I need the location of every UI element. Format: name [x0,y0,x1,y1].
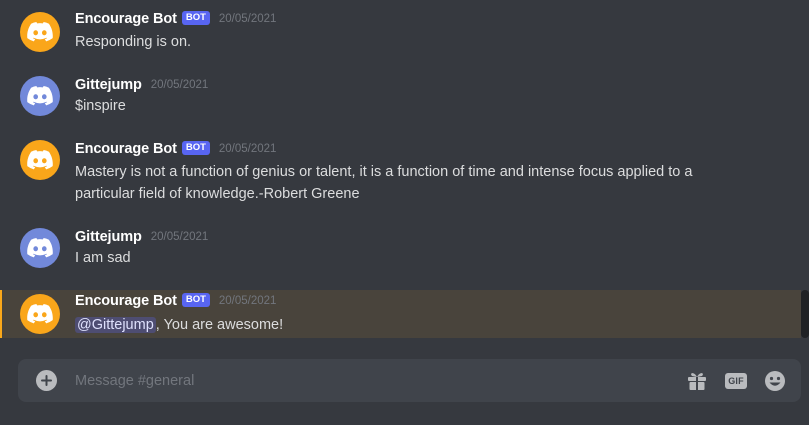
bot-tag: BOT [181,293,210,307]
plus-circle-icon [41,375,52,386]
message-content-line: particular field of knowledge.-Robert Gr… [75,186,360,202]
username[interactable]: Encourage Bot [75,11,177,27]
avatar-encourage-bot[interactable] [20,140,60,180]
discord-chat-window: Encourage Bot BOT 20/05/2021 Responding … [0,0,809,425]
message-input[interactable] [75,368,635,394]
timestamp: 20/05/2021 [150,231,209,243]
username[interactable]: Encourage Bot [75,293,177,309]
username[interactable]: Encourage Bot [75,141,177,157]
avatar-encourage-bot[interactable] [20,12,60,52]
avatar-gittejump[interactable] [20,228,60,268]
emoji-button[interactable] [763,369,787,393]
attach-button[interactable] [36,370,57,391]
smiley-emoji-icon [765,371,785,391]
discord-logo-icon [27,238,53,258]
scrollbar-thumb[interactable] [801,290,809,338]
message-item: Encourage Bot BOT 20/05/2021 Mastery is … [0,128,801,214]
message-composer: GIF [18,359,801,402]
bot-tag: BOT [181,141,210,155]
user-mention[interactable]: @Gittejump [75,317,156,333]
message-item-mention-highlighted: Encourage Bot BOT 20/05/2021 @Gittejump,… [0,290,801,338]
message-content-line: Mastery is not a function of genius or t… [75,164,693,180]
message-item: Gittejump 20/05/2021 $inspire [0,64,801,128]
avatar-encourage-bot[interactable] [20,294,60,334]
gif-button[interactable]: GIF [724,369,748,393]
discord-logo-icon [27,304,53,324]
discord-logo-icon [27,150,53,170]
message-content: $inspire [75,98,126,114]
message-list: Encourage Bot BOT 20/05/2021 Responding … [0,0,809,345]
gif-label: GIF [725,373,747,389]
message-header: Encourage Bot BOT 20/05/2021 [75,9,276,29]
discord-logo-icon [27,86,53,106]
gift-button[interactable] [685,369,709,393]
message-header: Encourage Bot BOT 20/05/2021 [75,291,276,311]
message-content: Responding is on. [75,34,192,50]
gift-icon [688,373,706,390]
message-header: Gittejump 20/05/2021 [75,75,208,95]
message-header: Encourage Bot BOT 20/05/2021 [75,139,276,159]
message-content: @Gittejump, You are awesome! [75,314,775,336]
message-item: Gittejump 20/05/2021 I am sad [0,216,801,280]
username[interactable]: Gittejump [75,229,142,245]
message-text: , You are awesome! [155,317,284,333]
message-header: Gittejump 20/05/2021 [75,227,208,247]
message-content: I am sad [75,250,131,266]
message-content: Mastery is not a function of genius or t… [75,161,775,205]
username[interactable]: Gittejump [75,77,142,93]
timestamp: 20/05/2021 [218,143,277,155]
timestamp: 20/05/2021 [218,295,277,307]
discord-logo-icon [27,22,53,42]
bot-tag: BOT [181,11,210,25]
timestamp: 20/05/2021 [218,13,277,25]
timestamp: 20/05/2021 [150,79,209,91]
message-item: Encourage Bot BOT 20/05/2021 Responding … [0,0,801,62]
avatar-gittejump[interactable] [20,76,60,116]
